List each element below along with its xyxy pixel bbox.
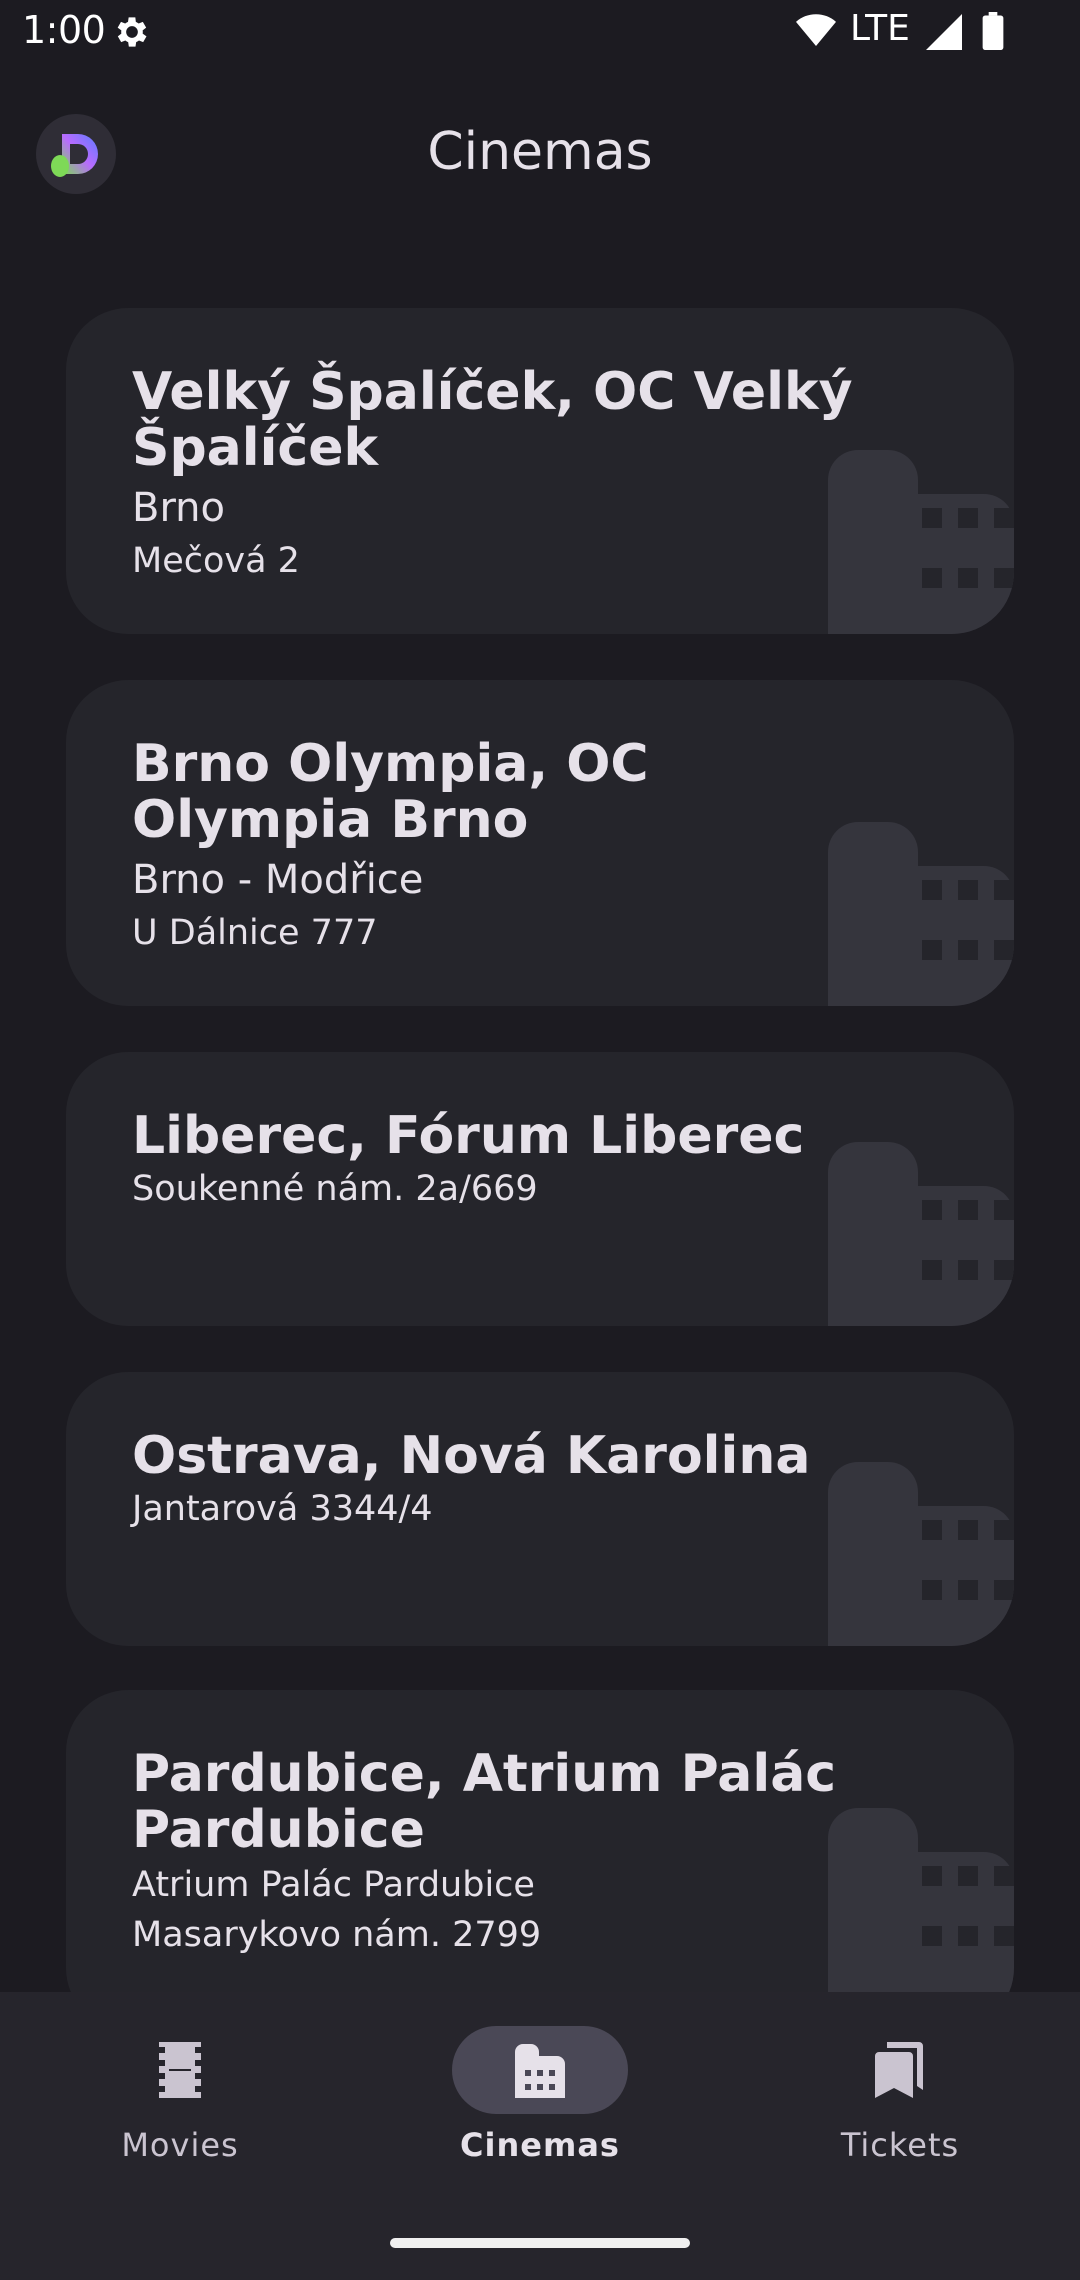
cinema-card[interactable]: Velký Špalíček, OC Velký Špalíček Brno M… [66, 308, 1014, 634]
status-bar: 1:00 LTE [0, 0, 1080, 66]
network-type: LTE [850, 8, 910, 49]
battery-icon [982, 12, 1004, 50]
cinema-name: Liberec, Fórum Liberec [132, 1106, 805, 1166]
cinema-card[interactable]: Ostrava, Nová Karolina Jantarová 3344/4 [66, 1372, 1014, 1646]
cinema-city: Brno [132, 485, 226, 531]
cinema-address: Mečová 2 [132, 541, 300, 581]
cinema-card[interactable]: Brno Olympia, OC Olympia Brno Brno - Mod… [66, 680, 1014, 1006]
cinema-address: Soukenné nám. 2a/669 [132, 1169, 538, 1209]
film-icon [159, 2042, 201, 2098]
bookmark-icon [875, 2042, 923, 2098]
page-title: Cinemas [427, 122, 653, 182]
nav-item-cinemas[interactable]: Cinemas [360, 1992, 720, 2192]
nav-label: Tickets [840, 2126, 960, 2164]
nav-label: Movies [121, 2126, 239, 2164]
top-app-bar: Cinemas [0, 80, 1080, 230]
cinema-name: Pardubice, Atrium Palác Pardubice [132, 1744, 837, 1860]
home-indicator[interactable] [390, 2238, 690, 2248]
cinema-city: Atrium Palác Pardubice [132, 1865, 535, 1905]
cinema-address: Masarykovo nám. 2799 [132, 1915, 542, 1955]
cinema-city: Brno - Modřice [132, 857, 424, 903]
cinema-address: U Dálnice 777 [132, 913, 378, 953]
wifi-icon [796, 14, 836, 47]
cinema-card[interactable]: Pardubice, Atrium Palác Pardubice Atrium… [66, 1690, 1014, 1992]
cinema-list[interactable]: Velký Špalíček, OC Velký Špalíček Brno M… [66, 308, 1014, 1992]
cinema-name: Velký Špalíček, OC Velký Špalíček [132, 362, 853, 478]
cinema-name: Ostrava, Nová Karolina [132, 1426, 811, 1486]
cinema-name: Brno Olympia, OC Olympia Brno [132, 734, 649, 850]
cinema-card[interactable]: Liberec, Fórum Liberec Soukenné nám. 2a/… [66, 1052, 1014, 1326]
status-time: 1:00 [22, 8, 106, 52]
cinema-address: Jantarová 3344/4 [132, 1489, 433, 1529]
signal-icon [926, 14, 962, 50]
nav-item-movies[interactable]: Movies [0, 1992, 360, 2192]
settings-gear-icon [117, 17, 147, 47]
nav-label: Cinemas [460, 2126, 620, 2164]
bottom-navigation: Movies Cinemas Tickets [0, 1992, 1080, 2280]
nav-item-tickets[interactable]: Tickets [720, 1992, 1080, 2192]
cinema-building-icon [515, 2044, 565, 2098]
